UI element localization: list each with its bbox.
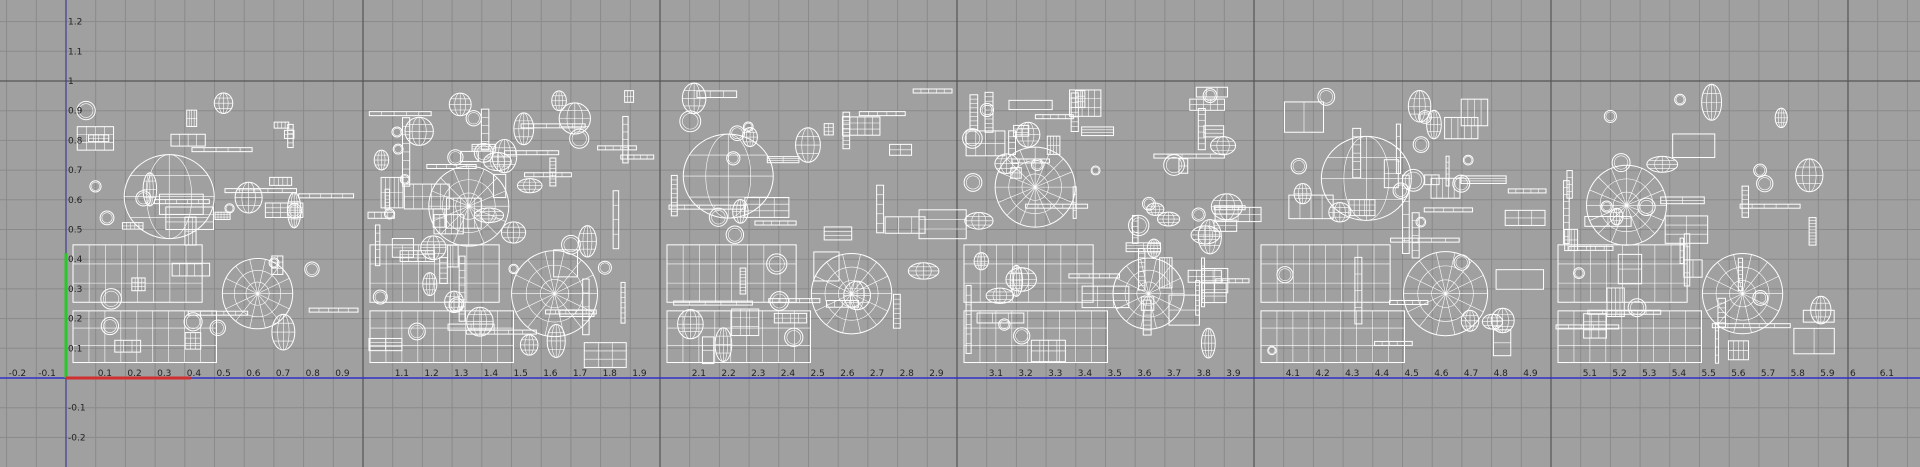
u-tick-label: 0.8 bbox=[306, 369, 321, 379]
v-tick-label: 0.6 bbox=[68, 196, 83, 206]
v-tick-label: 1.1 bbox=[68, 47, 82, 57]
u-tick-label: 4.3 bbox=[1345, 369, 1359, 379]
u-tick-label: 2.2 bbox=[721, 369, 735, 379]
v-tick-label: -0.2 bbox=[68, 433, 86, 443]
u-tick-label: 0.9 bbox=[335, 369, 350, 379]
u-tick-label: 3.9 bbox=[1226, 369, 1241, 379]
u-tick-label: 4.1 bbox=[1286, 369, 1300, 379]
u-tick-label: 1.9 bbox=[632, 369, 647, 379]
v-tick-label: 0.8 bbox=[68, 136, 83, 146]
uv-canvas[interactable]: -0.2 -0.1 0.1 0.2 0.3 0.4 0.5 0.6 0.7 0.8 0.9 1.1 1.… bbox=[0, 0, 1920, 467]
u-tick-label: 2.9 bbox=[929, 369, 944, 379]
uv-tile-0[interactable] bbox=[72, 92, 359, 364]
u-tick-label: 3.1 bbox=[989, 369, 1003, 379]
v-tick-label: 0.2 bbox=[68, 315, 82, 325]
v-tick-label: 0.7 bbox=[68, 166, 82, 176]
u-tick-label: 5.3 bbox=[1642, 369, 1656, 379]
u-tick-label: 0.6 bbox=[246, 369, 261, 379]
u-tick-label: 5.9 bbox=[1820, 369, 1835, 379]
u-tick-label: 2.7 bbox=[870, 369, 884, 379]
u-tick-label: 3.3 bbox=[1048, 369, 1062, 379]
origin-axes bbox=[0, 0, 1920, 467]
u-tick-label: 0.1 bbox=[98, 369, 112, 379]
u-tick-label: 4.6 bbox=[1434, 369, 1449, 379]
uv-tile-5[interactable] bbox=[1555, 83, 1835, 364]
u-tick-label: 1.7 bbox=[573, 369, 587, 379]
u-tick-label: 1.2 bbox=[424, 369, 438, 379]
u-tick-label: 0.2 bbox=[127, 369, 141, 379]
u-tick-label: 3.7 bbox=[1167, 369, 1181, 379]
u-tick-label: 5.5 bbox=[1702, 369, 1716, 379]
v-tick-label: 1.2 bbox=[68, 18, 82, 28]
u-tick-label: -0.2 bbox=[9, 369, 27, 379]
u-tick-label: -0.1 bbox=[38, 369, 56, 379]
u-tick-label: 4.8 bbox=[1494, 369, 1509, 379]
u-tick-label: 1.5 bbox=[514, 369, 528, 379]
u-tick-label: 3.6 bbox=[1137, 369, 1152, 379]
uv-tile-2[interactable] bbox=[666, 82, 967, 365]
u-tick-label: 2.6 bbox=[840, 369, 855, 379]
u-tick-label: 0.5 bbox=[217, 369, 231, 379]
u-tick-label: 5.6 bbox=[1731, 369, 1746, 379]
u-tick-label: 1.3 bbox=[454, 369, 468, 379]
u-tick-label: 4.9 bbox=[1523, 369, 1538, 379]
u-tick-label: 1.1 bbox=[395, 369, 409, 379]
u-tick-label: 1.4 bbox=[484, 369, 499, 379]
u-tick-label: 3.4 bbox=[1078, 369, 1093, 379]
u-tick-label: 1.8 bbox=[603, 369, 618, 379]
u-tick-label: 5.4 bbox=[1672, 369, 1687, 379]
u-tick-label: 5.1 bbox=[1583, 369, 1597, 379]
u-tick-label: 3.2 bbox=[1018, 369, 1032, 379]
v-tick-label: -0.1 bbox=[68, 404, 86, 414]
u-tick-label: 2.5 bbox=[811, 369, 825, 379]
v-tick-label: 0.9 bbox=[68, 107, 83, 117]
u-tick-label: 2.3 bbox=[751, 369, 765, 379]
u-tick-label: 0.4 bbox=[187, 369, 202, 379]
u-tick-label: 5.7 bbox=[1761, 369, 1775, 379]
u-tick-label: 2.1 bbox=[692, 369, 706, 379]
uv-tile-4[interactable] bbox=[1260, 87, 1547, 364]
u-tick-label: 5.8 bbox=[1791, 369, 1806, 379]
v-tick-label: 0.1 bbox=[68, 344, 82, 354]
uv-editor-viewport[interactable]: -0.2 -0.1 0.1 0.2 0.3 0.4 0.5 0.6 0.7 0.8 0.9 1.1 1.… bbox=[0, 0, 1920, 467]
uv-tile-3[interactable] bbox=[962, 86, 1262, 364]
u-tick-label: 1.6 bbox=[543, 369, 558, 379]
u-tick-label: 5.2 bbox=[1612, 369, 1626, 379]
tile-borders bbox=[0, 0, 1920, 467]
u-tick-label: 0.7 bbox=[276, 369, 290, 379]
v-tick-label: 0.3 bbox=[68, 285, 82, 295]
grid-lines bbox=[0, 0, 1920, 467]
u-tick-label: 4.7 bbox=[1464, 369, 1478, 379]
u-tick-label: 6 bbox=[1850, 369, 1856, 379]
u-tick-label: 2.8 bbox=[900, 369, 915, 379]
u-tick-label: 3.8 bbox=[1197, 369, 1212, 379]
u-tick-label: 3.5 bbox=[1108, 369, 1122, 379]
v-tick-label: 1 bbox=[68, 77, 74, 87]
u-tick-label: 4.5 bbox=[1405, 369, 1419, 379]
v-tick-label: 0.5 bbox=[68, 226, 82, 236]
u-tick-label: 4.4 bbox=[1375, 369, 1390, 379]
uv-shells[interactable] bbox=[72, 82, 1835, 368]
u-tick-label: 6.1 bbox=[1880, 369, 1894, 379]
v-tick-label: 0.4 bbox=[68, 255, 83, 265]
u-tick-label: 4.2 bbox=[1315, 369, 1329, 379]
u-tick-label: 2.4 bbox=[781, 369, 796, 379]
u-tick-label: 0.3 bbox=[157, 369, 171, 379]
